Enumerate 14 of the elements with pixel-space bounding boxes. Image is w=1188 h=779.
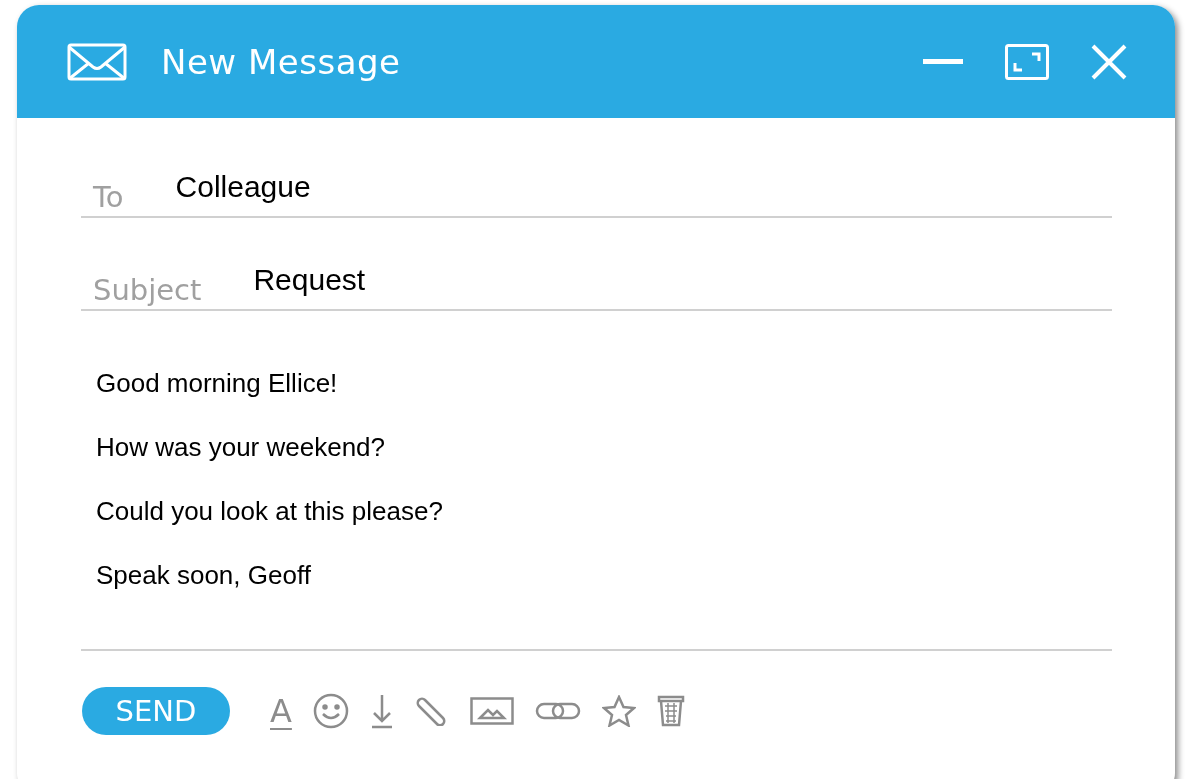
image-icon[interactable] xyxy=(469,697,514,725)
link-icon[interactable] xyxy=(534,700,581,722)
maximize-button[interactable] xyxy=(1005,43,1049,80)
message-body[interactable]: Good morning Ellice! How was your weekend? Could you look at this please? Speak soon, Geoff xyxy=(81,345,1112,651)
minimize-button[interactable] xyxy=(923,58,963,65)
window-title: New Message xyxy=(161,41,402,82)
star-icon[interactable] xyxy=(601,695,636,727)
download-icon[interactable] xyxy=(369,693,394,729)
input-field[interactable]: Subject Request xyxy=(81,254,1112,311)
close-button[interactable] xyxy=(1091,43,1127,80)
smiley-icon[interactable] xyxy=(312,693,349,729)
input-field[interactable]: To Colleague xyxy=(81,156,1112,218)
envelope-icon xyxy=(67,42,127,81)
trash-icon[interactable] xyxy=(656,695,685,727)
